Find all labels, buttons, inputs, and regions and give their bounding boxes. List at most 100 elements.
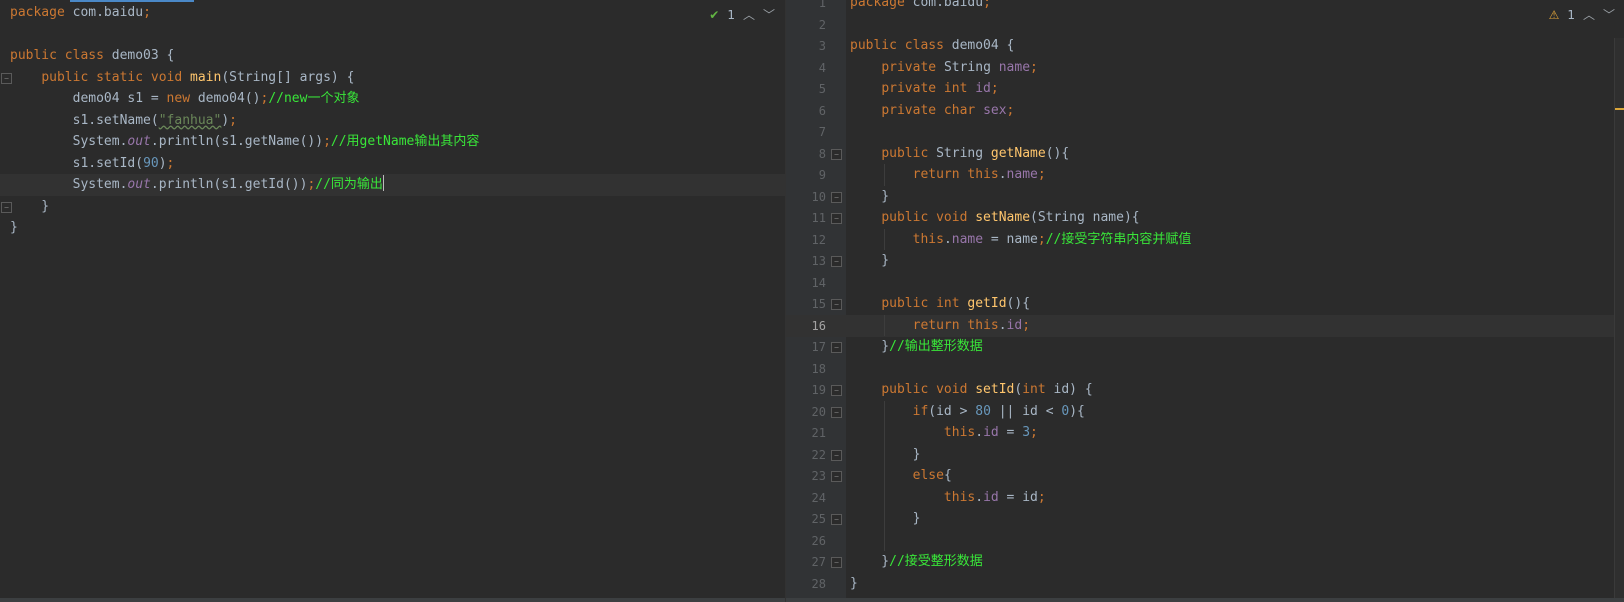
code-line[interactable]: } bbox=[0, 196, 785, 218]
indent-guide bbox=[884, 422, 885, 444]
code-line[interactable]: package com.baidu; bbox=[0, 2, 785, 24]
fold-marker-icon[interactable]: − bbox=[831, 191, 842, 203]
fold-marker-icon[interactable]: − bbox=[1, 72, 12, 84]
code-token: ; bbox=[983, 0, 991, 10]
code-line[interactable]: 27 }//接受整形数据 bbox=[786, 551, 1624, 573]
code-line[interactable]: 17 }//输出整形数据 bbox=[786, 336, 1624, 358]
code-line[interactable]: 3 public class demo04 { bbox=[786, 35, 1624, 57]
code-line[interactable]: 26 bbox=[786, 530, 1624, 552]
fold-marker-icon[interactable]: − bbox=[831, 148, 842, 160]
code-token: id) { bbox=[1053, 382, 1093, 397]
code-token: ; bbox=[229, 112, 237, 128]
code-line[interactable]: 14 bbox=[786, 272, 1624, 294]
left-editor-pane[interactable]: ✔ 1 ︿ ﹀ package com.baidu; public class d… bbox=[0, 0, 785, 602]
code-token: //用getName输出其内容 bbox=[330, 134, 480, 149]
code-line[interactable]: s1.setName("fanhua"); bbox=[0, 110, 785, 132]
line-number: 13 bbox=[811, 254, 826, 268]
code-token: 80 bbox=[975, 403, 991, 419]
indent-guide bbox=[884, 486, 885, 508]
code-token: ; bbox=[1030, 425, 1038, 440]
code-line[interactable]: 18 bbox=[786, 358, 1624, 380]
code-line[interactable]: 25 } bbox=[786, 508, 1624, 530]
code-line[interactable]: demo04 s1 = new demo04();//new一个对象 bbox=[0, 88, 785, 110]
code-line[interactable]: 16 return this.id; bbox=[786, 314, 1624, 337]
fold-marker-icon[interactable]: − bbox=[831, 449, 842, 461]
code-line[interactable]: 24 this.id = id; bbox=[786, 487, 1624, 509]
code-text: }//输出整形数据 bbox=[850, 336, 983, 358]
code-line[interactable]: 22 } bbox=[786, 444, 1624, 466]
line-number: 4 bbox=[818, 60, 826, 75]
code-line[interactable]: 11 public void setName(String name){ bbox=[786, 207, 1624, 229]
fold-marker-icon[interactable]: − bbox=[831, 385, 842, 396]
code-token: this bbox=[943, 425, 976, 440]
code-area[interactable]: package com.baidu; public class demo03 { … bbox=[0, 0, 785, 602]
code-token: out bbox=[127, 134, 151, 149]
code-token: id bbox=[983, 489, 999, 505]
code-line[interactable]: 1 package com.baidu; bbox=[786, 0, 1624, 14]
right-editor-pane[interactable]: ⚠ 1 ︿ ﹀ 1 package com.baidu; 2 3 public clas… bbox=[785, 0, 1624, 602]
code-line[interactable]: System.out.println(s1.getId());//同为输出 bbox=[0, 174, 785, 196]
indent-guide bbox=[884, 314, 885, 336]
code-token: = id bbox=[998, 489, 1038, 505]
code-token: demo03 { bbox=[111, 48, 175, 63]
code-line[interactable] bbox=[0, 24, 785, 46]
code-token: ; bbox=[143, 5, 151, 20]
code-token: .println(s1.getId()) bbox=[150, 177, 308, 192]
code-line[interactable]: System.out.println(s1.getName());//用getN… bbox=[0, 131, 785, 153]
code-token: private char bbox=[881, 102, 984, 118]
code-token: getName bbox=[990, 145, 1046, 161]
code-token: getId bbox=[967, 296, 1007, 311]
code-line[interactable]: 2 bbox=[786, 14, 1624, 36]
fold-marker-icon[interactable]: − bbox=[831, 213, 842, 224]
fold-marker-icon[interactable]: − bbox=[831, 471, 842, 482]
code-token: com.baidu bbox=[72, 5, 144, 20]
code-area[interactable]: 1 package com.baidu; 2 3 public class demo04… bbox=[786, 0, 1624, 602]
vertical-scrollbar[interactable] bbox=[1614, 38, 1624, 598]
fold-marker-icon[interactable]: − bbox=[1, 201, 12, 213]
code-line[interactable]: 23 else{ bbox=[786, 465, 1624, 487]
fold-marker-icon[interactable]: − bbox=[831, 342, 842, 353]
code-line[interactable]: 21 this.id = 3; bbox=[786, 422, 1624, 444]
code-line[interactable]: s1.setId(90); bbox=[0, 153, 785, 175]
code-line[interactable]: 13 } bbox=[786, 250, 1624, 272]
fold-marker-icon[interactable]: − bbox=[831, 256, 842, 267]
code-line[interactable]: 4 private String name; bbox=[786, 57, 1624, 79]
code-token: } bbox=[850, 253, 890, 268]
code-line[interactable]: } bbox=[0, 217, 785, 239]
code-token: . bbox=[975, 425, 984, 440]
line-number: 1 bbox=[818, 0, 826, 10]
code-token: (){ bbox=[1006, 296, 1031, 311]
code-line[interactable]: 7 bbox=[786, 121, 1624, 143]
fold-marker-icon[interactable]: − bbox=[831, 514, 842, 525]
fold-marker-icon[interactable]: − bbox=[831, 299, 842, 310]
code-line[interactable]: 28} bbox=[786, 573, 1624, 595]
fold-marker-icon[interactable]: − bbox=[831, 557, 842, 568]
fold-marker-icon[interactable]: − bbox=[831, 406, 842, 418]
code-text: public class demo04 { bbox=[850, 35, 1014, 57]
code-line[interactable]: 10 } bbox=[786, 186, 1624, 208]
code-line[interactable]: public class demo03 { bbox=[0, 45, 785, 67]
code-token: ; bbox=[1030, 59, 1038, 75]
code-token: package bbox=[10, 5, 73, 20]
code-line[interactable]: 20 if(id > 80 || id < 0){ bbox=[786, 401, 1624, 423]
code-line[interactable]: 8 public String getName(){ bbox=[786, 143, 1624, 165]
warning-marker[interactable] bbox=[1615, 108, 1624, 110]
code-token: name bbox=[951, 231, 984, 247]
code-line[interactable]: 12 this.name = name;//接受字符串内容并赋值 bbox=[786, 229, 1624, 251]
code-line[interactable]: 6 private char sex; bbox=[786, 100, 1624, 122]
code-line[interactable]: 19 public void setId(int id) { bbox=[786, 379, 1624, 401]
code-line[interactable]: 9 return this.name; bbox=[786, 164, 1624, 186]
line-number: 22 bbox=[811, 447, 826, 462]
code-token: s1.setName( bbox=[10, 112, 159, 128]
code-text: } bbox=[850, 186, 889, 208]
code-line[interactable]: 15 public int getId(){ bbox=[786, 293, 1624, 315]
code-text: } bbox=[850, 508, 921, 530]
code-line[interactable]: 5 private int id; bbox=[786, 78, 1624, 100]
code-token: = bbox=[998, 425, 1023, 440]
code-token: this bbox=[943, 489, 976, 505]
code-line[interactable]: public static void main(String[] args) { bbox=[0, 67, 785, 89]
